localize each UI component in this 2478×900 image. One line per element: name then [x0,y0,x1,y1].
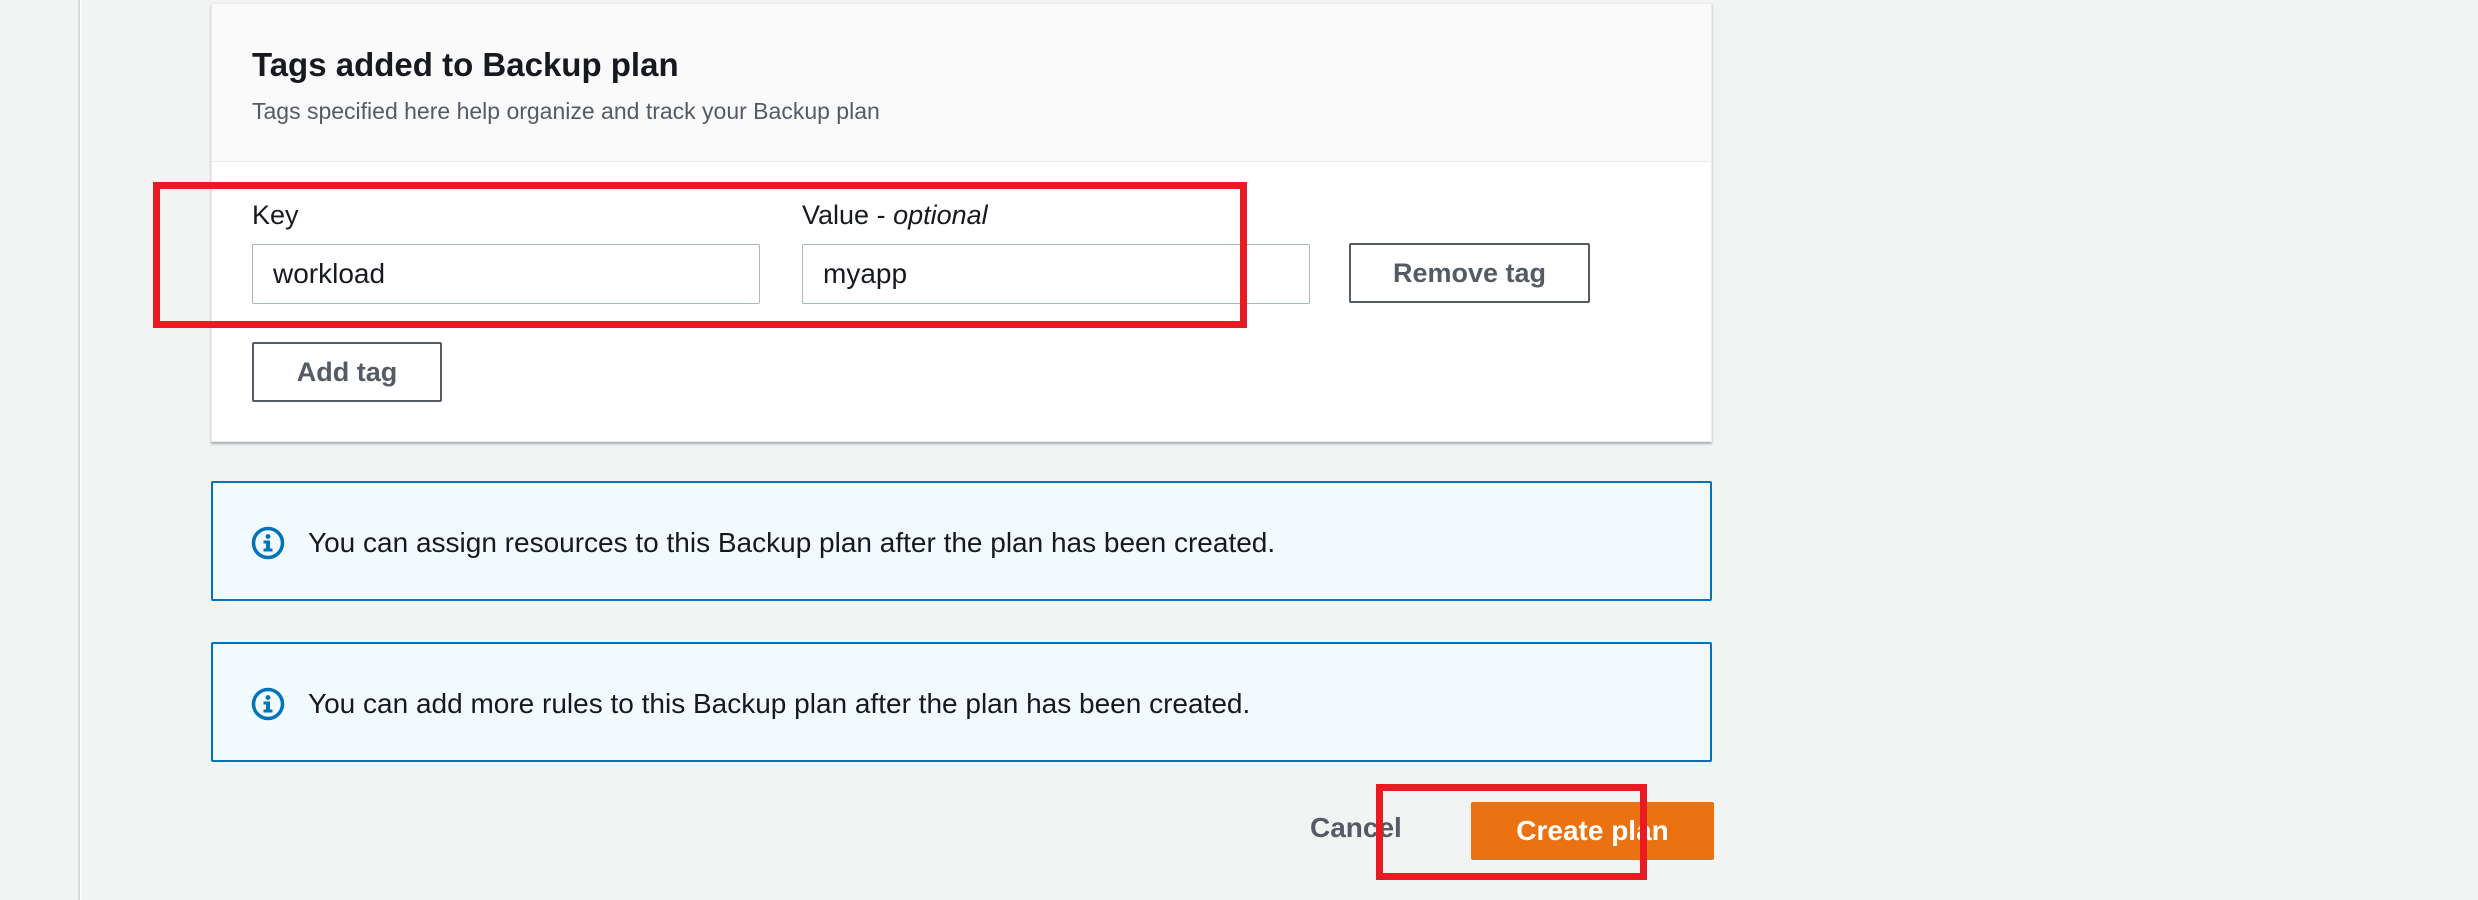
optional-label: optional [893,200,988,230]
alert-text: You can assign resources to this Backup … [308,527,1276,558]
main-content-area: Tags added to Backup plan Tags specified… [82,0,2478,900]
info-alert-assign-resources: You can assign resources to this Backup … [211,481,1712,601]
tags-section-description: Tags specified here help organize and tr… [252,98,880,124]
value-label: Value - optional [802,200,988,230]
info-icon [251,687,285,721]
remove-tag-button[interactable]: Remove tag [1349,243,1590,303]
key-label: Key [252,200,299,230]
info-alert-add-rules: You can add more rules to this Backup pl… [211,642,1712,762]
add-tag-button[interactable]: Add tag [252,342,442,402]
tag-key-input[interactable] [252,244,760,304]
info-icon [251,526,285,560]
left-navigation-strip [0,0,80,900]
tags-section-title: Tags added to Backup plan [252,46,679,83]
alert-text: You can add more rules to this Backup pl… [308,688,1251,719]
tag-value-input[interactable] [802,244,1310,304]
tags-container-header: Tags added to Backup plan Tags specified… [212,4,1711,162]
create-plan-button[interactable]: Create plan [1471,802,1714,860]
tags-container: Tags added to Backup plan Tags specified… [211,3,1712,442]
cancel-button[interactable]: Cancel [1310,812,1402,844]
